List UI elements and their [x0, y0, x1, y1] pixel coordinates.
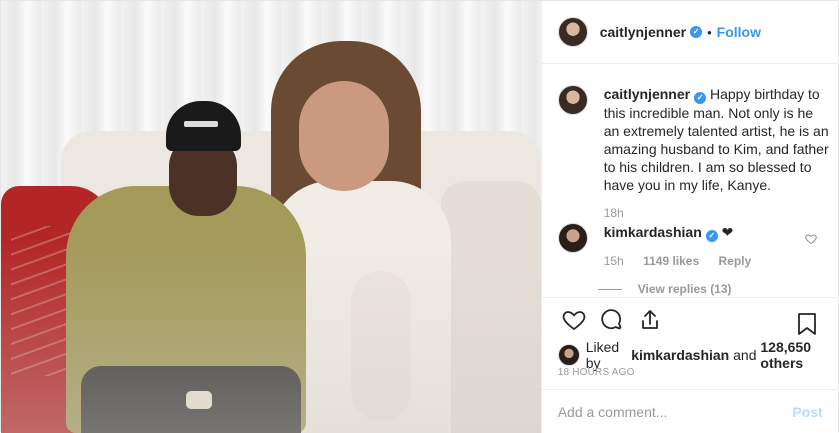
- caption-username[interactable]: caitlynjenner: [604, 86, 690, 102]
- reply-button[interactable]: Reply: [718, 254, 751, 268]
- bookmark-icon[interactable]: [789, 306, 825, 342]
- likes-middle: and: [733, 347, 757, 363]
- share-icon[interactable]: [632, 302, 668, 338]
- liker-avatar[interactable]: [557, 344, 580, 366]
- comment-item: kimkardashian ✓ ❤ 15h 1149 likes Reply: [557, 223, 832, 270]
- comments-section[interactable]: caitlynjenner ✓ Happy birthday to this in…: [542, 65, 839, 297]
- action-bar: [541, 297, 839, 342]
- caption-text: Happy birthday to this incredible man. N…: [603, 86, 829, 193]
- caption: caitlynjenner ✓ Happy birthday to this in…: [557, 85, 832, 222]
- heart-icon[interactable]: [556, 302, 592, 338]
- caption-avatar[interactable]: [557, 85, 588, 115]
- post-timestamp[interactable]: 18 HOURS AGO: [558, 367, 635, 378]
- add-comment-bar: Add a comment... Post: [541, 389, 839, 433]
- view-replies-link[interactable]: View replies (13): [597, 282, 732, 296]
- instagram-post: caitlynjenner ✓ • Follow caitlynjenner ✓ …: [0, 0, 839, 433]
- likes-count[interactable]: 128,650 others: [760, 339, 838, 371]
- post-comment-button[interactable]: Post: [792, 404, 822, 420]
- comment-icon[interactable]: [594, 302, 630, 338]
- liker-username[interactable]: kimkardashian: [631, 347, 729, 363]
- view-replies-label[interactable]: View replies (13): [638, 282, 732, 296]
- post-header: caitlynjenner ✓ • Follow: [541, 1, 839, 64]
- verified-badge-icon: ✓: [694, 92, 707, 104]
- caption-age[interactable]: 18h: [604, 206, 624, 220]
- comment-text: ❤: [721, 224, 734, 240]
- author-username[interactable]: caitlynjenner: [600, 24, 686, 40]
- verified-badge-icon: ✓: [690, 26, 703, 38]
- separator-dot: •: [707, 24, 712, 40]
- comment-input[interactable]: Add a comment...: [558, 404, 793, 420]
- commenter-username[interactable]: kimkardashian: [604, 224, 702, 240]
- author-avatar[interactable]: [557, 17, 588, 47]
- verified-badge-icon: ✓: [705, 230, 718, 242]
- commenter-avatar[interactable]: [557, 223, 588, 253]
- post-photo[interactable]: [1, 1, 541, 433]
- post-side-panel: caitlynjenner ✓ • Follow caitlynjenner ✓ …: [540, 1, 839, 433]
- comment-like-heart-icon[interactable]: [804, 233, 817, 248]
- follow-button[interactable]: Follow: [717, 24, 761, 40]
- comment-age[interactable]: 15h: [604, 254, 624, 268]
- comment-likes[interactable]: 1149 likes: [643, 254, 699, 268]
- replies-divider-line: [597, 288, 622, 290]
- photo-shading: [1, 1, 541, 433]
